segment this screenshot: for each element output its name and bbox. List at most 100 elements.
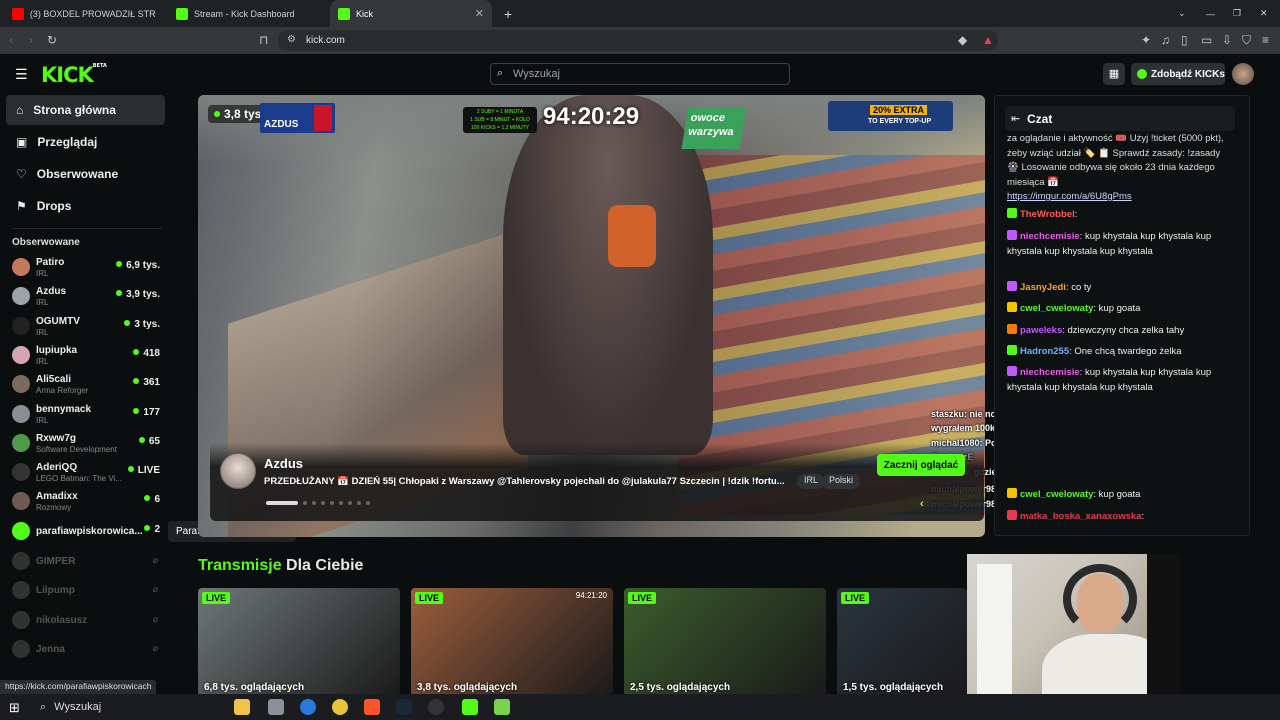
taskbar-search[interactable]: ⌕ Wyszukaj	[32, 696, 222, 718]
chat-username[interactable]: TheWrobbel	[1020, 209, 1075, 220]
carousel-dots[interactable]	[266, 501, 370, 505]
followed-channel[interactable]: lupiupka IRL 418	[10, 342, 162, 371]
chat-username[interactable]: niechcemisie	[1020, 367, 1080, 378]
sidebar-icon[interactable]: ▯	[1181, 33, 1188, 47]
forward-icon[interactable]: ›	[29, 33, 33, 47]
streamer-avatar[interactable]	[220, 453, 256, 489]
chat-username[interactable]: Hadron255	[1020, 346, 1069, 357]
offline-channel[interactable]: Lilpump ⌀	[10, 577, 162, 606]
chat-message: JasnyJedi: co ty	[1007, 281, 1232, 296]
channel-category: Software Development	[36, 444, 117, 454]
app-icon[interactable]	[268, 699, 284, 715]
file-explorer-icon[interactable]	[234, 699, 250, 715]
carousel-dot[interactable]	[366, 501, 370, 505]
followed-channel[interactable]: Rxww7g Software Development 65	[10, 430, 162, 459]
followed-channel[interactable]: OGUMTV IRL 3 tys.	[10, 313, 162, 342]
steam-icon[interactable]	[396, 699, 412, 715]
site-info-icon[interactable]: ⚙	[287, 34, 296, 45]
offline-channel[interactable]: nikolasusz ⌀	[10, 607, 162, 636]
channel-name: GIMPER	[36, 556, 76, 567]
edge-icon[interactable]	[300, 699, 316, 715]
carousel-prev-icon[interactable]: ‹	[920, 498, 924, 510]
windows-start-icon[interactable]: ⊞	[9, 700, 20, 716]
followed-channel[interactable]: Amadixx Rozmowy 6	[10, 488, 162, 517]
kick-logo[interactable]: KICKBETA	[41, 63, 107, 87]
followed-channel[interactable]: parafiawpiskorowica... 2	[10, 518, 162, 547]
user-avatar[interactable]	[1232, 63, 1254, 85]
nav-drops[interactable]: ⚑ Drops	[6, 191, 165, 221]
carousel-dot[interactable]	[312, 501, 316, 505]
new-tab-icon[interactable]: +	[496, 0, 520, 27]
tag-language[interactable]: Polski	[822, 474, 861, 489]
chat-username[interactable]: cwel_cwelowaty	[1020, 303, 1093, 314]
offline-icon: ⌀	[152, 555, 158, 565]
carousel-dot[interactable]	[339, 501, 343, 505]
chat-username[interactable]: paweleks	[1020, 325, 1062, 336]
recommended-stream-card[interactable]: LIVE 1,5 tys. oglądających	[837, 588, 967, 696]
browser-tab-dashboard[interactable]: Stream - Kick Dashboard	[168, 0, 328, 27]
bookmark-icon[interactable]: ⊓	[259, 33, 268, 47]
carousel-dot[interactable]	[266, 501, 298, 505]
vpn-icon[interactable]: ⛉	[1242, 33, 1251, 48]
carousel-dot[interactable]	[330, 501, 334, 505]
nav-following[interactable]: ♡ Obserwowane	[6, 159, 165, 189]
followed-channel[interactable]: AderiQQ LEGO Batman: The Vi... LIVE	[10, 459, 162, 488]
app-icon[interactable]	[494, 699, 510, 715]
restore-icon[interactable]: ❐	[1225, 0, 1249, 27]
browser-tab-youtube[interactable]: (3) BOXDEL PROWADZIŁ STRONKĘ P	[4, 0, 164, 27]
close-window-icon[interactable]: ✕	[1252, 0, 1276, 27]
recommended-stream-card[interactable]: LIVE 94:21:20 3,8 tys. oglądających	[411, 588, 613, 696]
carousel-dot[interactable]	[348, 501, 352, 505]
nav-browse[interactable]: ▣ Przeglądaj	[6, 127, 165, 157]
minimize-icon[interactable]: —	[1198, 0, 1223, 27]
chat-username[interactable]: matka_boska_xanaxowska	[1020, 511, 1141, 522]
followed-channel[interactable]: bennymack IRL 177	[10, 401, 162, 430]
obs-icon[interactable]	[428, 699, 444, 715]
chat-username[interactable]: JasnyJedi	[1020, 282, 1066, 293]
hamburger-menu-icon[interactable]: ☰	[15, 66, 28, 83]
tag-irl[interactable]: IRL	[797, 474, 826, 489]
chrome-icon[interactable]	[332, 699, 348, 715]
brave-shields-icon[interactable]: ◆	[958, 33, 967, 47]
dashboard-icon[interactable]: ▦	[1103, 63, 1125, 85]
music-icon[interactable]: ♫	[1161, 33, 1170, 47]
reload-icon[interactable]: ↻	[47, 33, 57, 47]
browser-tab-kick[interactable]: Kick ✕	[330, 0, 492, 27]
chat-collapse-icon[interactable]: ⇤	[1011, 112, 1020, 125]
followed-channel[interactable]: Ali5cali Arma Reforger 361	[10, 371, 162, 400]
followed-channel[interactable]: Patiro IRL 6,9 tys.	[10, 254, 162, 283]
address-bar[interactable]: ⚙ kick.com	[278, 30, 998, 51]
wallet-icon[interactable]: ▭	[1201, 33, 1212, 47]
search-placeholder: Wyszukaj	[513, 68, 560, 80]
recommended-stream-card[interactable]: LIVE 2,5 tys. oglądających	[624, 588, 826, 696]
chat-badge-icon	[1007, 302, 1017, 312]
channel-viewers: 6	[144, 494, 160, 505]
downloads-icon[interactable]: ⇩	[1222, 33, 1232, 47]
followed-channel[interactable]: Azdus IRL 3,9 tys.	[10, 283, 162, 312]
pinned-link[interactable]: https://imgur.com/a/6U8gPms	[1007, 191, 1132, 202]
tab-list-icon[interactable]: ⌄	[1170, 0, 1194, 27]
kick-app-icon[interactable]	[462, 699, 478, 715]
nav-home[interactable]: ⌂ Strona główna	[6, 95, 165, 125]
carousel-dot[interactable]	[357, 501, 361, 505]
offline-channel[interactable]: Jenna ⌀	[10, 636, 162, 665]
channel-name: parafiawpiskorowica...	[36, 525, 143, 537]
streamer-name[interactable]: Azdus	[264, 456, 303, 471]
tab-title: (3) BOXDEL PROWADZIŁ STRONKĘ P	[29, 8, 156, 19]
close-tab-icon[interactable]: ✕	[475, 7, 484, 20]
search-input[interactable]: ⌕ Wyszukaj	[490, 63, 790, 85]
chat-username[interactable]: cwel_cwelowaty	[1020, 489, 1093, 500]
extensions-icon[interactable]: ✦	[1141, 33, 1151, 47]
carousel-dot[interactable]	[303, 501, 307, 505]
carousel-dot[interactable]	[321, 501, 325, 505]
webcam-headphones	[1063, 564, 1137, 634]
back-icon[interactable]: ‹	[9, 33, 13, 47]
offline-channel[interactable]: GIMPER ⌀	[10, 548, 162, 577]
recommended-stream-card[interactable]: LIVE 6,8 tys. oglądających	[198, 588, 400, 696]
get-kicks-button[interactable]: Zdobądź KICKs	[1131, 63, 1225, 85]
brave-icon[interactable]	[364, 699, 380, 715]
menu-icon[interactable]: ≡	[1262, 33, 1269, 47]
brave-rewards-icon[interactable]: ▲	[982, 33, 994, 47]
chat-username[interactable]: niechcemisie	[1020, 231, 1080, 242]
start-watching-button[interactable]: Zacznij oglądać	[877, 454, 965, 476]
